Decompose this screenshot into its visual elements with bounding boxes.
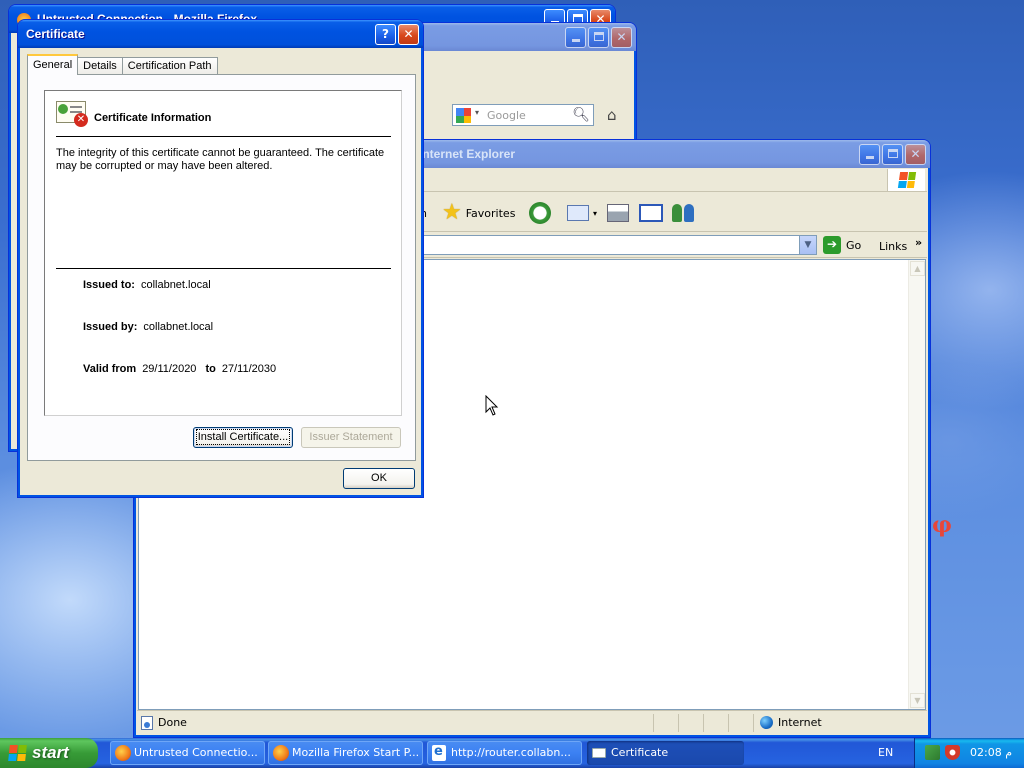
valid-from-value: 29/11/2020 [142, 363, 197, 375]
ie-icon [432, 741, 446, 764]
valid-to-label: to [205, 363, 216, 375]
system-tray: 02:08 م [914, 738, 1024, 768]
certificate-titlebar[interactable]: Certificate [18, 20, 423, 48]
close-button[interactable]: ✕ [905, 144, 926, 165]
history-icon [529, 202, 551, 224]
ok-button[interactable]: OK [343, 468, 415, 489]
go-button[interactable]: ➔ Go [823, 235, 861, 255]
minimize-button[interactable] [565, 27, 586, 48]
network-icon[interactable] [925, 745, 940, 760]
issued-by-value: collabnet.local [143, 321, 214, 333]
close-button[interactable]: ✕ [398, 24, 419, 45]
issued-by-label: Issued by: [83, 321, 138, 333]
status-text: Done [158, 716, 187, 729]
tab-certification-path[interactable]: Certification Path [121, 57, 218, 75]
firefox-icon [273, 745, 289, 761]
taskbar-item-label: Certificate [611, 746, 669, 759]
validity-row: Valid from 29/11/2020 to 27/11/2030 [83, 363, 276, 375]
taskbar: start Untrusted Connectio... Mozilla Fir… [0, 738, 1024, 768]
address-dropdown-icon[interactable]: ▼ [799, 236, 816, 254]
general-tab-panel: ✕ Certificate Information The integrity … [27, 74, 416, 461]
divider [56, 268, 391, 269]
links-chevron-icon[interactable]: » [915, 236, 922, 249]
mouse-cursor-icon [485, 395, 499, 416]
clock[interactable]: 02:08 م [970, 746, 1012, 759]
ie-status-bar: Done Internet [137, 710, 927, 734]
taskbar-item-label: Mozilla Firefox Start P... [292, 746, 420, 759]
star-icon: ★ [442, 200, 462, 225]
history-button[interactable] [529, 200, 551, 226]
printer-icon [607, 204, 629, 222]
taskbar-item-certificate[interactable]: Certificate [587, 741, 744, 765]
install-certificate-label: Install Certificate... [195, 429, 291, 445]
taskbar-item-firefox-start[interactable]: Mozilla Firefox Start P... [268, 741, 423, 765]
edit-icon [639, 204, 663, 222]
valid-to-value: 27/11/2030 [221, 363, 277, 375]
page-icon [141, 715, 153, 730]
taskbar-item-untrusted[interactable]: Untrusted Connectio... [110, 741, 265, 765]
mail-icon [567, 205, 589, 221]
issued-to-label: Issued to: [83, 279, 135, 291]
scroll-down-icon[interactable]: ▼ [910, 693, 925, 708]
google-search-box[interactable]: ▾ Google 🔍︎ [452, 104, 594, 126]
favorites-label: Favorites [465, 206, 516, 220]
issuer-statement-label: Issuer Statement [309, 431, 393, 443]
taskbar-item-label: http://router.collabn... [451, 746, 571, 759]
start-button[interactable]: start [0, 738, 98, 768]
print-button[interactable] [607, 200, 629, 226]
internet-zone-icon [760, 716, 773, 729]
messenger-icon [672, 204, 682, 222]
taskbar-item-label: Untrusted Connectio... [134, 746, 258, 759]
taskbar-item-router[interactable]: http://router.collabn... [427, 741, 582, 765]
google-icon [456, 108, 471, 123]
issued-to-value: collabnet.local [140, 279, 211, 291]
search-placeholder: Google [487, 109, 526, 122]
go-arrow-icon: ➔ [823, 236, 841, 254]
help-button[interactable]: ? [375, 24, 396, 45]
zone-text: Internet [778, 716, 822, 729]
issued-by-row: Issued by: collabnet.local [83, 321, 213, 333]
dropdown-arrow-icon[interactable]: ▾ [593, 209, 597, 218]
issued-to-row: Issued to: collabnet.local [83, 279, 211, 291]
maximize-button[interactable] [882, 144, 903, 165]
edit-button[interactable] [639, 200, 663, 226]
issuer-statement-button[interactable]: Issuer Statement [301, 427, 401, 448]
mail-button[interactable]: ▾ [567, 200, 597, 226]
security-shield-icon[interactable] [945, 745, 960, 760]
start-label: start [32, 743, 69, 762]
firefox-icon [115, 745, 131, 761]
vertical-scrollbar[interactable]: ▲ ▼ [908, 260, 925, 709]
home-icon[interactable]: ⌂ [607, 106, 617, 124]
scroll-up-icon[interactable]: ▲ [910, 261, 925, 276]
tab-general[interactable]: General [27, 54, 79, 75]
minimize-button[interactable] [859, 144, 880, 165]
certificate-error-icon: ✕ [56, 101, 88, 127]
valid-from-label: Valid from [83, 363, 137, 375]
certificate-icon [592, 748, 606, 758]
certificate-body: General Details Certification Path ✕ Cer… [21, 48, 420, 494]
favorites-button[interactable]: ★ Favorites [442, 200, 515, 226]
tab-details[interactable]: Details [77, 57, 123, 75]
dropdown-arrow-icon[interactable]: ▾ [475, 108, 479, 117]
close-button[interactable]: ✕ [611, 27, 632, 48]
info-title: Certificate Information [94, 112, 212, 124]
certificate-dialog[interactable]: Certificate ? ✕ General Details Certific… [17, 19, 424, 498]
certificate-info-box: ✕ Certificate Information The integrity … [44, 90, 402, 416]
ok-label: OK [371, 472, 387, 484]
windows-logo-icon [887, 169, 925, 191]
desktop-glyph: φ [932, 512, 952, 538]
ie-title: Internet Explorer [419, 147, 516, 161]
integrity-warning: The integrity of this certificate cannot… [56, 147, 385, 172]
divider [56, 136, 391, 137]
install-certificate-button[interactable]: Install Certificate... [193, 427, 293, 448]
links-button[interactable]: Links [879, 240, 907, 253]
maximize-button[interactable] [588, 27, 609, 48]
magnifier-icon[interactable]: 🔍︎ [572, 107, 590, 123]
windows-flag-icon [8, 745, 27, 761]
tab-strip: General Details Certification Path [27, 54, 218, 75]
go-label: Go [846, 238, 862, 252]
language-indicator[interactable]: EN [868, 738, 912, 768]
messenger-button[interactable] [672, 200, 694, 226]
dialog-title: Certificate [26, 27, 85, 41]
